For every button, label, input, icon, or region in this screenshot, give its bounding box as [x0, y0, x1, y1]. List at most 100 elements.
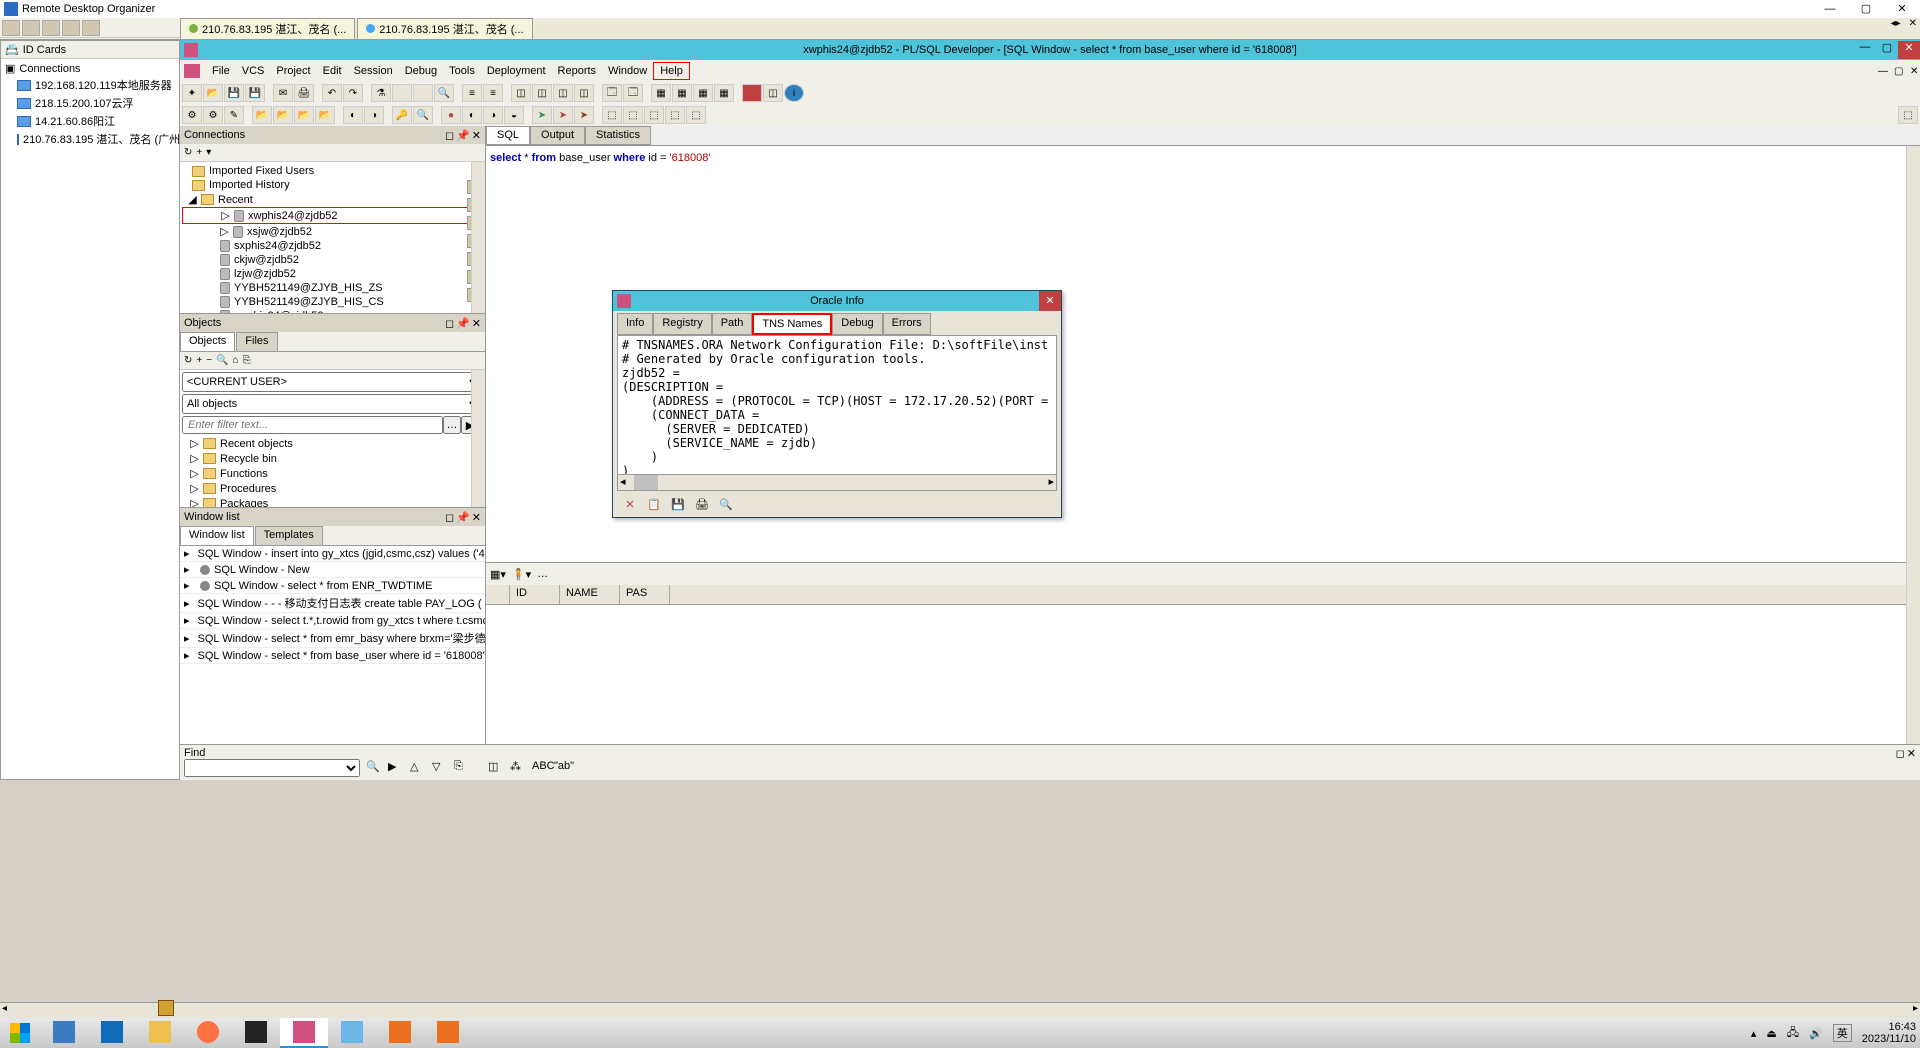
tbtn[interactable]: [413, 84, 433, 102]
tbtn[interactable]: ◫: [532, 84, 552, 102]
connection-item[interactable]: 14.21.60.86阳江: [1, 112, 179, 130]
rdo-tray-icon[interactable]: [158, 1000, 174, 1016]
menu-edit[interactable]: Edit: [317, 63, 348, 79]
close-button[interactable]: ✕: [472, 317, 481, 330]
tbtn[interactable]: ⚙: [182, 106, 202, 124]
connection-node[interactable]: sxphis24@zjdb52: [182, 239, 483, 253]
taskbar-app[interactable]: [88, 1018, 136, 1048]
tbtn[interactable]: ⎘: [243, 355, 251, 366]
pin-button[interactable]: ◻: [1896, 747, 1905, 760]
find-replace-icon[interactable]: ⎘: [454, 760, 470, 776]
tab-prev-button[interactable]: ◂▸: [1888, 18, 1904, 29]
window-item[interactable]: ▸SQL Window - select * from ENR_TWDTIME: [180, 578, 485, 594]
tbtn[interactable]: ➤: [553, 106, 573, 124]
window-item[interactable]: ▸SQL Window - select t.*,t.rowid from gy…: [180, 613, 485, 629]
clock[interactable]: 16:43 2023/11/10: [1862, 1021, 1916, 1045]
refresh-button[interactable]: ↻: [184, 355, 192, 366]
tbtn[interactable]: ⬚: [665, 106, 685, 124]
taskbar-app[interactable]: [40, 1018, 88, 1048]
maximize-button[interactable]: ▢: [1876, 41, 1898, 59]
mdi-restore[interactable]: ▢: [1888, 64, 1904, 78]
tbtn[interactable]: ≡: [462, 84, 482, 102]
connection-node[interactable]: lzjw@zjdb52: [182, 267, 483, 281]
col-header[interactable]: NAME: [560, 585, 620, 604]
object-folder[interactable]: ▷Recycle bin: [184, 451, 481, 466]
menu-project[interactable]: Project: [270, 63, 316, 79]
taskbar-app[interactable]: [232, 1018, 280, 1048]
toolbar-btn[interactable]: [82, 20, 100, 36]
find-down-icon[interactable]: ▽: [432, 760, 448, 776]
grid-btn[interactable]: …: [537, 568, 548, 580]
window-item[interactable]: ▸SQL Window - New: [180, 562, 485, 578]
find-window-icon[interactable]: ◫: [488, 760, 504, 776]
user-dropdown[interactable]: <CURRENT USER>: [182, 372, 483, 392]
connection-item[interactable]: 192.168.120.119本地服务器: [1, 76, 179, 94]
tbtn[interactable]: ◫: [574, 84, 594, 102]
tab-templates[interactable]: Templates: [255, 526, 323, 545]
connection-node[interactable]: wcphis24@zjdb52: [182, 309, 483, 313]
scroll-thumb[interactable]: [634, 475, 658, 490]
col-header[interactable]: [486, 585, 510, 604]
tab-close-button[interactable]: ✕: [1906, 18, 1920, 29]
menu-window[interactable]: Window: [602, 63, 653, 79]
tray-eject-icon[interactable]: ⏏: [1766, 1027, 1776, 1040]
tbtn[interactable]: [392, 84, 412, 102]
tns-content[interactable]: # TNSNAMES.ORA Network Configuration Fil…: [617, 335, 1057, 475]
rdo-hscroll[interactable]: ◂▸: [0, 1002, 1920, 1018]
tab-errors[interactable]: Errors: [883, 313, 931, 335]
pin-button[interactable]: ◻: [445, 129, 454, 142]
connection-node[interactable]: YYBH521149@ZJYB_HIS_ZS: [182, 281, 483, 295]
tab-debug[interactable]: Debug: [832, 313, 882, 335]
object-folder[interactable]: ▷Packages: [184, 496, 481, 507]
scrollbar[interactable]: [471, 370, 485, 507]
redo-button[interactable]: ↷: [343, 84, 363, 102]
minimize-button[interactable]: —: [1812, 0, 1848, 18]
tab-info[interactable]: Info: [617, 313, 653, 335]
tbtn[interactable]: 🗔: [602, 84, 622, 102]
find-case-icon[interactable]: ABC: [532, 760, 548, 776]
close-button[interactable]: ✕: [1898, 41, 1920, 59]
tbtn[interactable]: 🗔: [623, 84, 643, 102]
col-header[interactable]: ID: [510, 585, 560, 604]
add-button[interactable]: +: [196, 355, 202, 366]
connection-node[interactable]: ▷xsjw@zjdb52: [182, 224, 483, 239]
add-button[interactable]: +: [196, 147, 202, 158]
window-item[interactable]: ▸SQL Window - select * from base_user wh…: [180, 648, 485, 664]
tab-objects[interactable]: Objects: [180, 332, 235, 351]
tbtn[interactable]: ⬚: [602, 106, 622, 124]
mdi-minimize[interactable]: —: [1872, 64, 1888, 78]
dialog-close-button[interactable]: ✕: [621, 495, 639, 513]
session-tab[interactable]: 210.76.83.195 湛江、茂名 (...: [180, 18, 355, 40]
tray-volume-icon[interactable]: 🔊: [1809, 1027, 1823, 1040]
toolbar-btn[interactable]: [2, 20, 20, 36]
menu-vcs[interactable]: VCS: [236, 63, 271, 79]
tab-output[interactable]: Output: [530, 126, 585, 145]
tbtn[interactable]: ▦: [651, 84, 671, 102]
menu-help[interactable]: Help: [653, 62, 690, 80]
tab-windowlist[interactable]: Window list: [180, 526, 254, 545]
tbtn[interactable]: ◑: [483, 106, 503, 124]
object-folder[interactable]: ▷Functions: [184, 466, 481, 481]
tbtn[interactable]: ≡: [483, 84, 503, 102]
find-binoculars-icon[interactable]: 🔍: [366, 760, 382, 776]
menu-debug[interactable]: Debug: [399, 63, 443, 79]
taskbar-app[interactable]: [424, 1018, 472, 1048]
save-button[interactable]: 💾: [224, 84, 244, 102]
tab-sql[interactable]: SQL: [486, 126, 530, 145]
find-button[interactable]: 🔍: [216, 355, 228, 366]
undo-button[interactable]: ↶: [322, 84, 342, 102]
connection-node[interactable]: ckjw@zjdb52: [182, 253, 483, 267]
new-button[interactable]: ✦: [182, 84, 202, 102]
start-button[interactable]: [0, 1018, 40, 1048]
grid-btn[interactable]: ▦▾: [490, 568, 506, 581]
grid-body[interactable]: [486, 605, 1920, 762]
tray-network-icon[interactable]: 🖧: [1787, 1024, 1799, 1043]
window-item[interactable]: ▸SQL Window - select * from emr_basy whe…: [180, 629, 485, 648]
dialog-close-button[interactable]: ✕: [1039, 291, 1061, 311]
tbtn[interactable]: ◐: [462, 106, 482, 124]
tree-root[interactable]: ▣Connections: [1, 61, 179, 76]
filter-more-button[interactable]: …: [443, 416, 461, 434]
scrollbar[interactable]: [1906, 146, 1920, 762]
maximize-button[interactable]: ▢: [1848, 0, 1884, 18]
tbtn[interactable]: ▦: [714, 84, 734, 102]
